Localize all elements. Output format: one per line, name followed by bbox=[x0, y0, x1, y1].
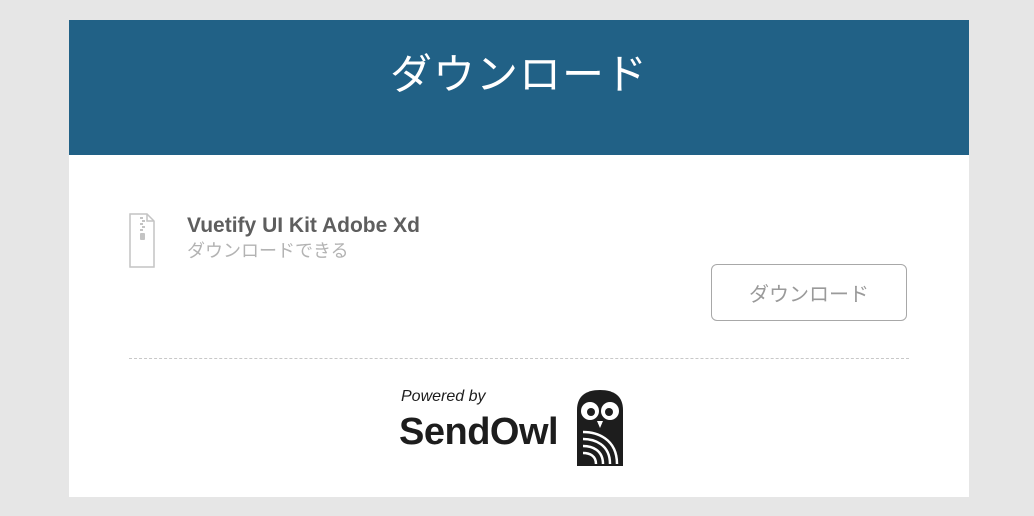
powered-by-text: Powered by SendOwl bbox=[399, 388, 559, 454]
file-info: Vuetify UI Kit Adobe Xd ダウンロードできる bbox=[187, 213, 420, 264]
file-name: Vuetify UI Kit Adobe Xd bbox=[187, 214, 420, 237]
powered-by-sendowl[interactable]: Powered by SendOwl bbox=[399, 388, 626, 472]
divider bbox=[129, 358, 909, 359]
header: ダウンロード bbox=[69, 20, 969, 155]
brand-name: SendOwl bbox=[399, 411, 559, 453]
file-status: ダウンロードできる bbox=[187, 241, 349, 262]
owl-logo-icon bbox=[574, 388, 626, 472]
page-title: ダウンロード bbox=[389, 49, 648, 99]
download-button[interactable]: ダウンロード bbox=[711, 264, 907, 321]
file-item: Vuetify UI Kit Adobe Xd ダウンロードできる bbox=[129, 213, 420, 269]
download-card: ダウンロード Vuetify UI Kit Adobe Xd ダウンロードできる bbox=[69, 20, 969, 497]
zip-file-icon bbox=[129, 213, 155, 269]
powered-by-label: Powered by bbox=[401, 388, 486, 405]
